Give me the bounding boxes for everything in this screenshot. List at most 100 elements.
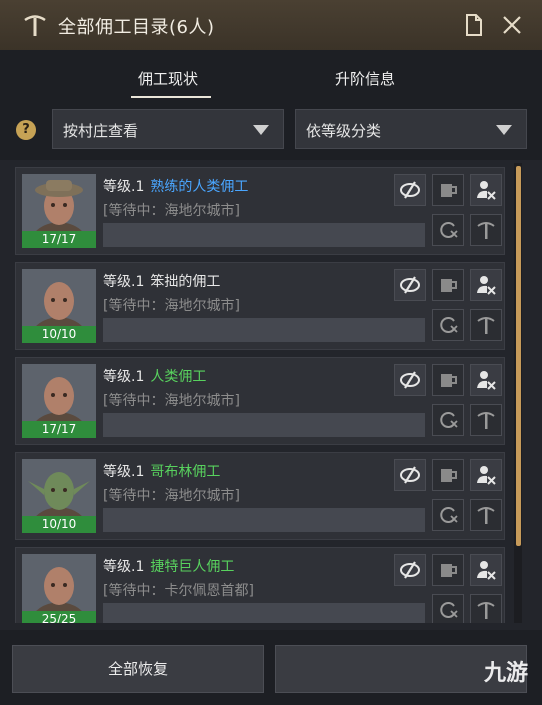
- village-select-label: 按村庄查看: [63, 122, 139, 140]
- drink-button[interactable]: [432, 174, 464, 206]
- reset-button[interactable]: [432, 309, 464, 341]
- recover-all-button[interactable]: 全部恢复: [12, 645, 264, 693]
- worker-name-line: 等级.1 人类佣工: [103, 366, 206, 386]
- worker-name: 哥布林佣工: [150, 464, 221, 480]
- worker-card[interactable]: 25/25 等级.1 捷特巨人佣工 [等待中：卡尔佩恩首都]: [15, 547, 505, 623]
- worker-status: [等待中：海地尔城市]: [103, 488, 240, 504]
- tab-worker-status[interactable]: 佣工现状: [138, 68, 198, 89]
- work-button[interactable]: [470, 404, 502, 436]
- worker-name-line: 等级.1 捷特巨人佣工: [103, 556, 234, 576]
- worker-level: 等级.1: [103, 369, 145, 385]
- user-remove-icon: [477, 276, 496, 295]
- worker-name: 笨拙的佣工: [150, 274, 221, 290]
- eye-slash-icon: [400, 181, 420, 199]
- fire-worker-button[interactable]: [470, 554, 502, 586]
- worker-progress-bar: [103, 508, 425, 532]
- worker-name: 捷特巨人佣工: [150, 559, 235, 575]
- hide-button[interactable]: [394, 269, 426, 301]
- stamina-label: 25/25: [22, 611, 96, 623]
- mug-icon: [441, 279, 457, 292]
- village-select[interactable]: 按村庄查看: [52, 109, 284, 149]
- worker-card[interactable]: 10/10 等级.1 哥布林佣工 [等待中：海地尔城市]: [15, 452, 505, 540]
- watermark: 九游: [483, 661, 528, 686]
- drink-button[interactable]: [432, 459, 464, 491]
- refresh-cancel-icon: [440, 317, 458, 333]
- worker-list-window: 全部佣工目录(6人) 佣工现状 升阶信息 ? 按村庄查看 依等级分类 17/17…: [0, 0, 542, 705]
- hide-button[interactable]: [394, 554, 426, 586]
- work-button[interactable]: [470, 594, 502, 623]
- worker-portrait: 17/17: [22, 364, 96, 438]
- chevron-down-icon: [253, 125, 269, 135]
- pickaxe-icon: [477, 222, 495, 239]
- chevron-down-icon: [496, 125, 512, 135]
- worker-level: 等级.1: [103, 274, 145, 290]
- fire-worker-button[interactable]: [470, 459, 502, 491]
- drink-button[interactable]: [432, 269, 464, 301]
- scrollbar-thumb[interactable]: [516, 166, 521, 546]
- pickaxe-icon: [477, 317, 495, 334]
- worker-status: [等待中：海地尔城市]: [103, 393, 240, 409]
- stamina-label: 17/17: [22, 421, 96, 438]
- eye-slash-icon: [400, 466, 420, 484]
- drink-button[interactable]: [432, 364, 464, 396]
- worker-portrait: 10/10: [22, 459, 96, 533]
- refresh-cancel-icon: [440, 412, 458, 428]
- worker-level: 等级.1: [103, 464, 145, 480]
- tab-bar: 佣工现状 升阶信息: [0, 50, 542, 100]
- worker-card[interactable]: 10/10 等级.1 笨拙的佣工 [等待中：海地尔城市]: [15, 262, 505, 350]
- user-remove-icon: [477, 371, 496, 390]
- worker-card[interactable]: 17/17 等级.1 熟练的人类佣工 [等待中：海地尔城市]: [15, 167, 505, 255]
- pickaxe-icon: [477, 412, 495, 429]
- worker-status: [等待中：卡尔佩恩首都]: [103, 583, 254, 599]
- worker-level: 等级.1: [103, 179, 145, 195]
- hide-button[interactable]: [394, 174, 426, 206]
- sort-select-label: 依等级分类: [306, 122, 382, 140]
- worker-name-line: 等级.1 笨拙的佣工: [103, 271, 220, 291]
- active-tab-indicator: [131, 96, 211, 98]
- worker-name: 熟练的人类佣工: [150, 179, 249, 195]
- user-remove-icon: [477, 181, 496, 200]
- fire-worker-button[interactable]: [470, 364, 502, 396]
- eye-slash-icon: [400, 371, 420, 389]
- reset-button[interactable]: [432, 214, 464, 246]
- worker-card[interactable]: 17/17 等级.1 人类佣工 [等待中：海地尔城市]: [15, 357, 505, 445]
- eye-slash-icon: [400, 561, 420, 579]
- help-icon[interactable]: ?: [16, 120, 36, 140]
- worker-name: 人类佣工: [150, 369, 207, 385]
- worker-status: [等待中：海地尔城市]: [103, 203, 240, 219]
- sort-select[interactable]: 依等级分类: [295, 109, 527, 149]
- mug-icon: [441, 469, 457, 482]
- user-remove-icon: [477, 466, 496, 485]
- work-button[interactable]: [470, 309, 502, 341]
- document-icon[interactable]: [462, 13, 486, 37]
- worker-level: 等级.1: [103, 559, 145, 575]
- worker-progress-bar: [103, 603, 425, 623]
- fire-worker-button[interactable]: [470, 269, 502, 301]
- drink-button[interactable]: [432, 554, 464, 586]
- close-icon[interactable]: [500, 13, 524, 37]
- hide-button[interactable]: [394, 459, 426, 491]
- pickaxe-icon: [477, 602, 495, 619]
- stamina-label: 10/10: [22, 516, 96, 533]
- tab-promotion-info[interactable]: 升阶信息: [335, 68, 395, 89]
- reset-button[interactable]: [432, 594, 464, 623]
- work-button[interactable]: [470, 214, 502, 246]
- title-bar: 全部佣工目录(6人): [0, 0, 542, 51]
- worker-progress-bar: [103, 413, 425, 437]
- reset-button[interactable]: [432, 404, 464, 436]
- refresh-cancel-icon: [440, 507, 458, 523]
- mug-icon: [441, 184, 457, 197]
- worker-progress-bar: [103, 318, 425, 342]
- window-title: 全部佣工目录(6人): [58, 17, 215, 38]
- fire-worker-button[interactable]: [470, 174, 502, 206]
- pickaxe-icon: [477, 507, 495, 524]
- worker-portrait: 17/17: [22, 174, 96, 248]
- hide-button[interactable]: [394, 364, 426, 396]
- worker-name-line: 等级.1 熟练的人类佣工: [103, 176, 248, 196]
- work-button[interactable]: [470, 499, 502, 531]
- worker-progress-bar: [103, 223, 425, 247]
- eye-slash-icon: [400, 276, 420, 294]
- user-remove-icon: [477, 561, 496, 580]
- reset-button[interactable]: [432, 499, 464, 531]
- worker-portrait: 25/25: [22, 554, 96, 623]
